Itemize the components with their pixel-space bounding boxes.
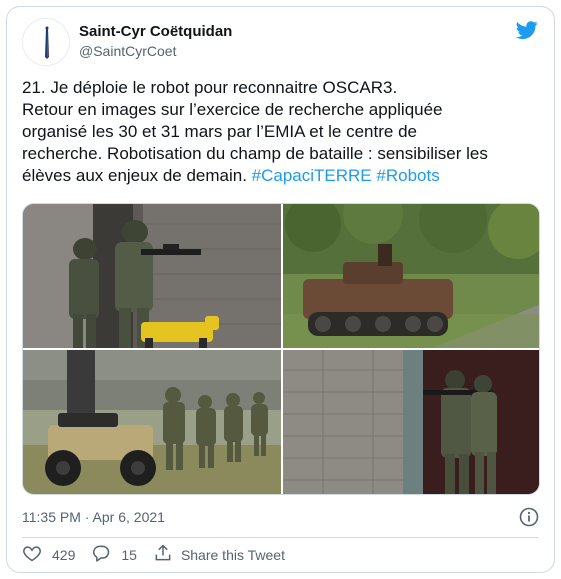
tweet-timestamp[interactable]: 11:35 PM · Apr 6, 2021 <box>22 507 165 527</box>
author-handle[interactable]: @SaintCyrCoet <box>79 41 232 61</box>
heart-icon <box>22 543 42 568</box>
author-names: Saint-Cyr Coëtquidan @SaintCyrCoet <box>79 23 232 61</box>
share-label: Share this Tweet <box>180 547 285 563</box>
author-display-name[interactable]: Saint-Cyr Coëtquidan <box>79 23 232 41</box>
media-grid <box>22 203 540 495</box>
tweet-card: Saint-Cyr Coëtquidan @SaintCyrCoet 21. J… <box>6 6 555 573</box>
photo-wheeled-robot-soldiers[interactable] <box>23 350 281 494</box>
like-button[interactable]: 429 <box>22 543 75 568</box>
tweet-text-line: 21. Je déploie le robot pour reconnaitre… <box>22 78 398 97</box>
reply-button[interactable]: 15 <box>91 543 137 568</box>
like-count: 429 <box>52 547 76 563</box>
avatar[interactable] <box>22 18 70 66</box>
share-button[interactable]: Share this Tweet <box>153 543 285 568</box>
tweet-text: 21. Je déploie le robot pour reconnaitre… <box>22 77 547 187</box>
tweet-text-line: organisé les 30 et 31 mars par l’EMIA et… <box>22 122 417 141</box>
info-icon[interactable] <box>519 507 539 527</box>
tweet-text-line-last: élèves aux enjeux de demain. #CapaciTERR… <box>22 165 547 187</box>
action-bar: 429 15 Share this Tweet <box>22 543 301 567</box>
tweet-text-line: Retour en images sur l’exercice de reche… <box>22 100 443 119</box>
photo-soldiers-robot-dog[interactable] <box>23 204 281 348</box>
reply-icon <box>91 543 111 568</box>
tweet-text-fragment: élèves aux enjeux de demain. <box>22 166 252 185</box>
reply-count: 15 <box>121 547 137 563</box>
hashtag-capaciterre[interactable]: #CapaciTERRE <box>252 166 372 185</box>
photo-tracked-ugv[interactable] <box>283 204 539 348</box>
share-icon <box>153 543 173 568</box>
photo-soldiers-wall[interactable] <box>283 350 539 494</box>
twitter-bird-icon[interactable] <box>515 19 539 41</box>
tweet-text-line: recherche. Robotisation du champ de bata… <box>22 144 488 163</box>
divider <box>22 537 539 538</box>
hashtag-robots[interactable]: #Robots <box>376 166 439 185</box>
